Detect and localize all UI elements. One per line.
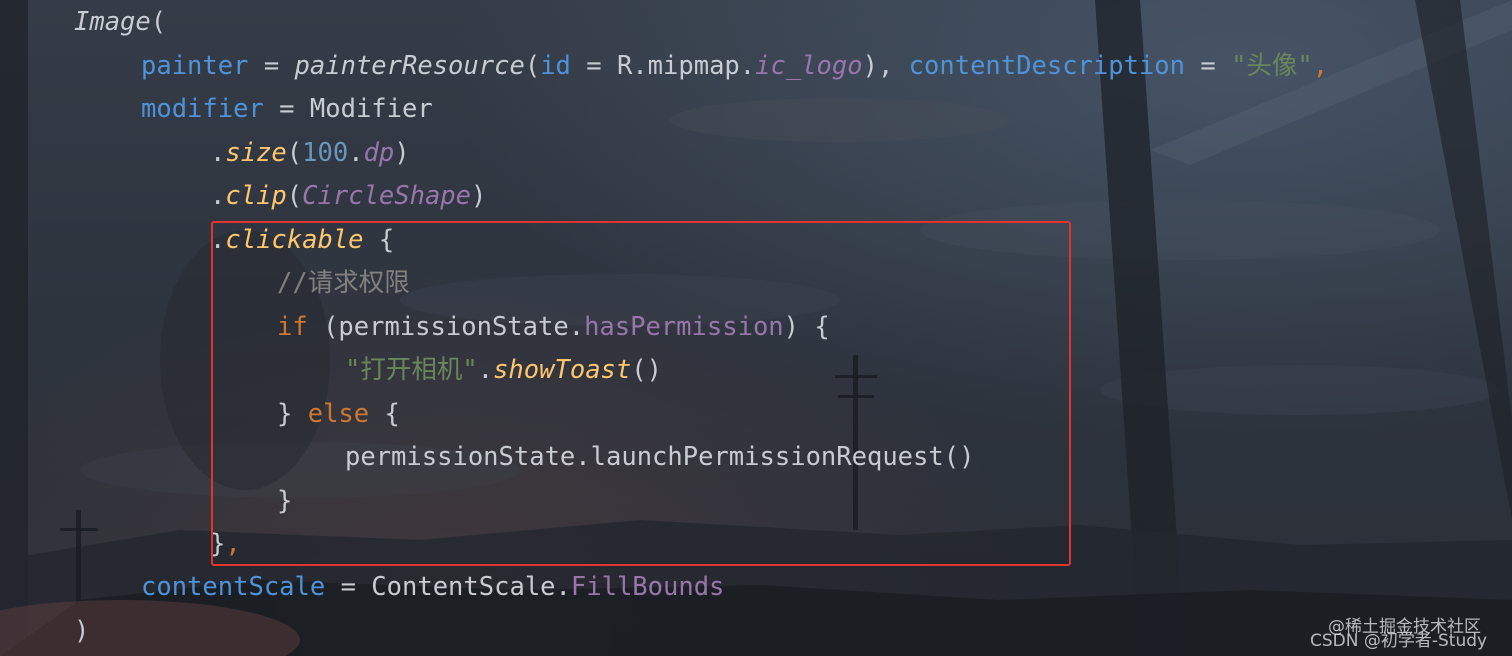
code-token: Image — [74, 7, 151, 37]
code-screenshot: Image( painter = painterResource(id = R.… — [0, 0, 1512, 656]
code-token: modifier — [141, 94, 264, 124]
code-line: ) — [74, 609, 89, 653]
code-token: CircleShape — [302, 181, 472, 211]
utility-pole-crossbar — [60, 528, 98, 531]
code-token: size — [225, 138, 287, 168]
code-token: painterResource — [294, 51, 525, 81]
watermark-author: CSDN @初学者-Study — [1310, 631, 1488, 651]
code-token: . — [210, 181, 226, 211]
window-beam — [0, 0, 28, 656]
code-token: = — [248, 51, 295, 81]
code-token: id — [540, 51, 571, 81]
code-line: .clip(CircleShape) — [210, 174, 486, 218]
code-line: Image( — [74, 0, 166, 44]
code-line: painter = painterResource(id = R.mipmap.… — [141, 44, 1328, 88]
code-token: ), — [862, 51, 909, 81]
cloud-shape — [1100, 365, 1500, 415]
code-token: = — [263, 94, 310, 124]
code-token: contentScale — [141, 572, 326, 602]
code-token: ContentScale. — [371, 572, 571, 602]
code-token: ) — [471, 181, 487, 211]
code-line: modifier = Modifier — [141, 87, 433, 131]
code-token: R.mipmap. — [616, 51, 756, 81]
code-token: painter — [141, 51, 249, 81]
code-token: = — [325, 572, 372, 602]
code-token: = — [1185, 51, 1232, 81]
code-token: ) — [74, 616, 90, 646]
code-token: ( — [286, 181, 303, 211]
code-token: ( — [286, 138, 303, 168]
highlight-box — [211, 221, 1071, 566]
code-token: clip — [225, 181, 287, 211]
code-token: "头像" — [1231, 51, 1313, 81]
code-token: dp — [363, 138, 395, 168]
window-beam — [1095, 0, 1185, 656]
code-token: 100 — [302, 138, 349, 168]
code-line: .size(100.dp) — [210, 131, 410, 175]
code-token: ic_logo — [755, 51, 863, 81]
code-token: contentDescription — [908, 51, 1186, 81]
code-token: Modifier — [309, 94, 433, 124]
code-line: contentScale = ContentScale.FillBounds — [141, 565, 724, 609]
code-token: , — [1312, 51, 1329, 81]
code-token: . — [348, 138, 364, 168]
code-token: ( — [150, 7, 167, 37]
code-token: ) — [394, 138, 410, 168]
code-token: . — [210, 138, 226, 168]
code-token: ( — [524, 51, 541, 81]
code-token: = — [570, 51, 617, 81]
cloud-shape — [670, 98, 1010, 142]
code-token: FillBounds — [570, 572, 725, 602]
window-beam — [1415, 0, 1512, 520]
